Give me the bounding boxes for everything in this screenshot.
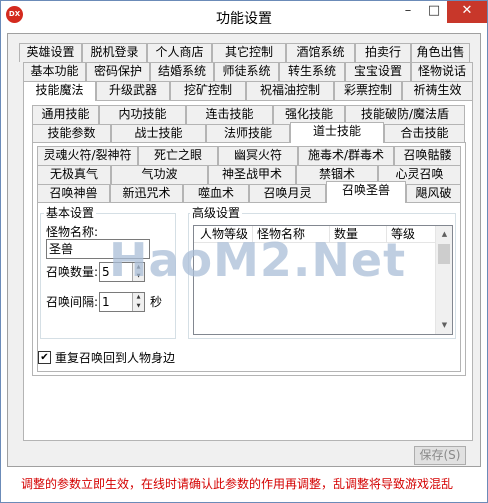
tab-pet-settings[interactable]: 宝宝设置: [345, 62, 411, 81]
summon-interval-stepper[interactable]: 1 ▲ ▼: [99, 292, 145, 312]
tab-mining-control[interactable]: 挖矿控制: [170, 81, 246, 100]
tab-infinite-qi[interactable]: 无极真气: [37, 165, 111, 184]
tab-poison-skill[interactable]: 施毒术/群毒术: [298, 146, 394, 165]
vertical-scrollbar[interactable]: ▲ ▼: [435, 226, 452, 334]
watermark-text: HaoM2.Net: [109, 233, 407, 287]
scrollbar-thumb[interactable]: [438, 244, 450, 264]
title-bar[interactable]: DX 功能设置 – □ ✕: [1, 1, 487, 31]
tab-tavern-system[interactable]: 酒馆系统: [286, 43, 355, 62]
summon-interval-label: 召唤间隔:: [46, 295, 99, 309]
summon-interval-value: 1: [102, 295, 110, 309]
close-button[interactable]: ✕: [447, 1, 487, 23]
tab-combo-skills[interactable]: 连击技能: [186, 105, 273, 124]
tab-blood-bite[interactable]: 噬血术: [183, 184, 249, 203]
tab-hurricane-break[interactable]: 飓风破: [406, 184, 461, 203]
maximize-button[interactable]: □: [421, 1, 447, 23]
tab-skill-magic[interactable]: 技能魔法: [23, 81, 96, 101]
scroll-down-arrow-icon[interactable]: ▼: [436, 317, 452, 334]
tab-summon-skeleton[interactable]: 召唤骷髅: [394, 146, 461, 165]
settings-window: DX 功能设置 – □ ✕ 英雄设置 脱机登录 个人商店 其它控制 酒馆系统 拍…: [0, 0, 488, 503]
tab-soul-fire-charm[interactable]: 灵魂火符/裂神符: [37, 146, 138, 165]
tab-death-eye[interactable]: 死亡之眼: [138, 146, 218, 165]
tab-combined-skills[interactable]: 合击技能: [384, 124, 465, 143]
tab-upgrade-weapon[interactable]: 升级武器: [96, 81, 170, 100]
resummon-checkbox-label[interactable]: 重复召唤回到人物身边: [55, 351, 175, 365]
tab-taoist-skills[interactable]: 道士技能: [290, 122, 384, 143]
tab-lottery-control[interactable]: 彩票控制: [334, 81, 402, 100]
tab-password-protect[interactable]: 密码保护: [86, 62, 150, 81]
save-button[interactable]: 保存(S): [414, 446, 466, 465]
tab-common-skills[interactable]: 通用技能: [32, 105, 99, 124]
tab-role-sale[interactable]: 角色出售: [411, 43, 470, 62]
summon-count-label: 召唤数量:: [46, 265, 99, 279]
warning-notice: 调整的参数立即生效，在线时请确认此参数的作用再调整，乱调整将导致游戏混乱: [21, 477, 454, 491]
tab-summon-holy-beast[interactable]: 召唤圣兽: [326, 181, 406, 203]
seconds-unit-label: 秒: [150, 295, 163, 309]
tab-warrior-skills[interactable]: 战士技能: [111, 124, 206, 143]
tab-mentor-system[interactable]: 师徒系统: [214, 62, 279, 81]
tab-prayer-effect[interactable]: 祈祷生效: [402, 81, 473, 100]
tab-blessing-oil-control[interactable]: 祝福油控制: [246, 81, 334, 100]
resummon-checkbox[interactable]: ✔: [38, 351, 51, 364]
tab-offline-login[interactable]: 脱机登录: [82, 43, 147, 62]
tab-summon-divine-beast[interactable]: 召唤神兽: [37, 184, 110, 203]
tab-auction-house[interactable]: 拍卖行: [355, 43, 411, 62]
tab-marriage-system[interactable]: 结婚系统: [150, 62, 214, 81]
tab-monster-speech[interactable]: 怪物说话: [411, 62, 473, 81]
summon-interval-spin-buttons[interactable]: ▲ ▼: [132, 293, 144, 311]
tab-mage-skills[interactable]: 法师技能: [206, 124, 290, 143]
scroll-up-arrow-icon[interactable]: ▲: [436, 226, 452, 243]
minimize-button[interactable]: –: [395, 1, 421, 23]
advanced-settings-label: 高级设置: [190, 206, 243, 220]
tab-personal-shop[interactable]: 个人商店: [147, 43, 212, 62]
tab-rebirth-system[interactable]: 转生系统: [279, 62, 345, 81]
tab-hero-settings[interactable]: 英雄设置: [19, 43, 82, 62]
tab-qigong-wave[interactable]: 气功波: [111, 165, 208, 184]
tab-holy-armor[interactable]: 神圣战甲术: [208, 165, 296, 184]
tab-skill-params[interactable]: 技能参数: [32, 124, 111, 143]
basic-settings-label: 基本设置: [44, 206, 97, 220]
tab-other-control[interactable]: 其它控制: [212, 43, 286, 62]
monster-name-label: 怪物名称:: [46, 225, 99, 239]
tab-new-curse[interactable]: 新迅咒术: [110, 184, 183, 203]
tab-internal-skills[interactable]: 内功技能: [99, 105, 186, 124]
tab-nether-fire-charm[interactable]: 幽冥火符: [218, 146, 298, 165]
tab-summon-moon-spirit[interactable]: 召唤月灵: [249, 184, 326, 203]
tab-basic-functions[interactable]: 基本功能: [23, 62, 86, 81]
